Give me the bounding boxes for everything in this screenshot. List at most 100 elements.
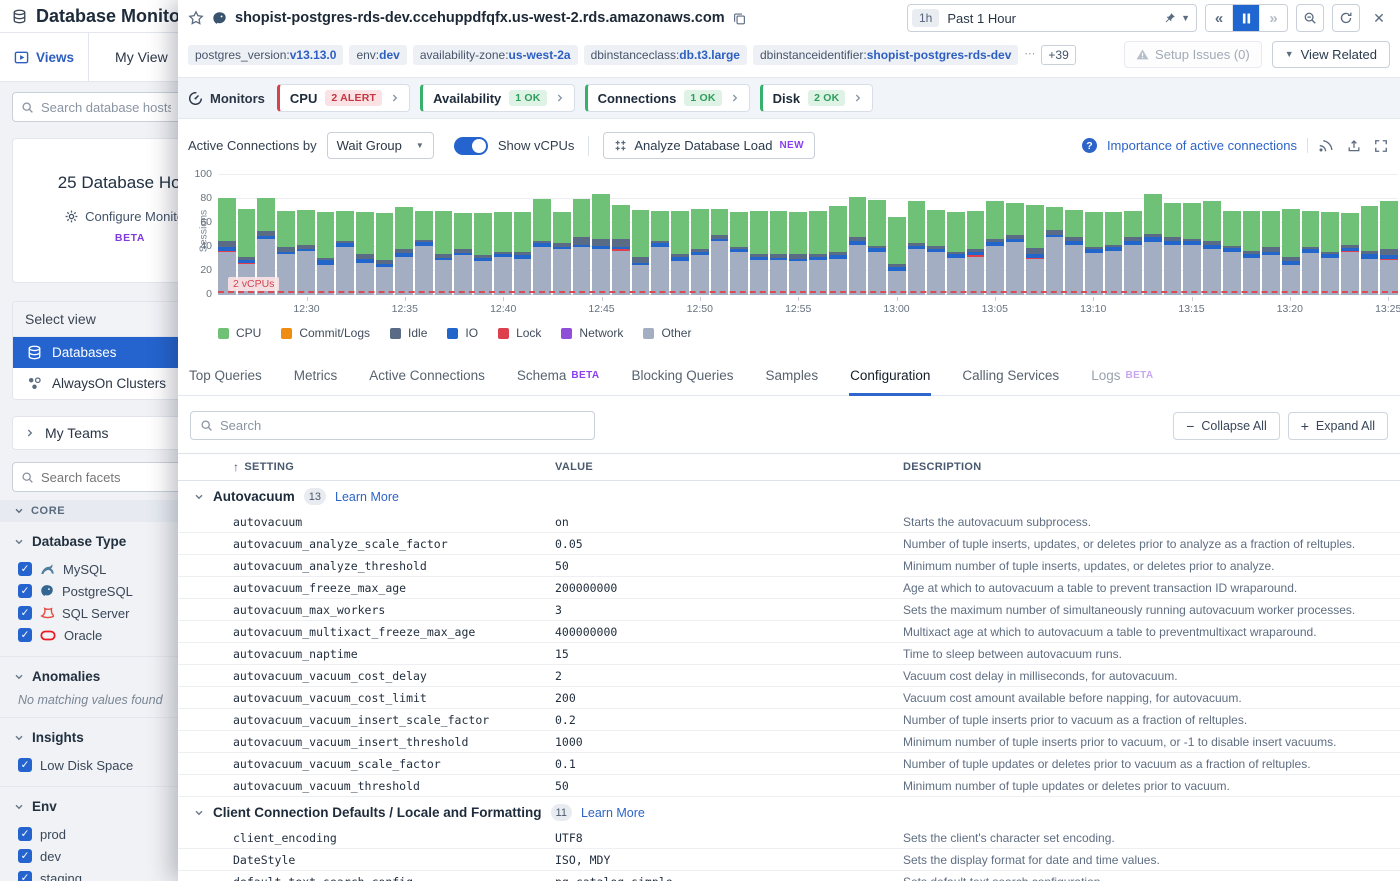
chart-bar[interactable] bbox=[967, 175, 985, 295]
chart-bar[interactable] bbox=[573, 175, 591, 295]
chart-bar[interactable] bbox=[1341, 175, 1359, 295]
expand-all-button[interactable]: + Expand All bbox=[1288, 412, 1388, 440]
caret-down-icon[interactable]: ▼ bbox=[1181, 14, 1190, 23]
legend-item-network[interactable]: Network bbox=[561, 326, 623, 340]
chart-bar[interactable] bbox=[750, 175, 768, 295]
table-row[interactable]: autovacuum_freeze_max_age200000000Age at… bbox=[178, 577, 1400, 599]
time-range-picker[interactable]: 1h Past 1 Hour ▼ bbox=[907, 4, 1197, 32]
copy-icon[interactable] bbox=[733, 12, 746, 25]
table-row[interactable]: autovacuum_vacuum_scale_factor0.1Number … bbox=[178, 753, 1400, 775]
chart-bar[interactable] bbox=[1183, 175, 1201, 295]
chart-bar[interactable] bbox=[908, 175, 926, 295]
chart-bar[interactable] bbox=[356, 175, 374, 295]
legend-item-commit-logs[interactable]: Commit/Logs bbox=[281, 326, 370, 340]
chart-bar[interactable] bbox=[1321, 175, 1339, 295]
chart-bar[interactable] bbox=[1144, 175, 1162, 295]
chart-bar[interactable] bbox=[395, 175, 413, 295]
config-group-header-client-connection-defaults-locale-and-formatting[interactable]: Client Connection Defaults / Locale and … bbox=[178, 797, 1400, 827]
facet-item-postgresql[interactable]: ✓PostgreSQL bbox=[14, 580, 178, 602]
host-tag[interactable]: dbinstanceidentifier:shopist-postgres-rd… bbox=[753, 45, 1018, 65]
backward-button[interactable]: « bbox=[1206, 5, 1233, 31]
checkbox-checked[interactable]: ✓ bbox=[18, 562, 32, 576]
facet-item-mysql[interactable]: ✓MySQL bbox=[14, 558, 178, 580]
importance-link[interactable]: Importance of active connections bbox=[1107, 138, 1297, 153]
table-row[interactable]: default_text_search_configpg_catalog.sim… bbox=[178, 871, 1400, 881]
chart-bar[interactable] bbox=[592, 175, 610, 295]
chart-bar[interactable] bbox=[553, 175, 571, 295]
views-link[interactable]: Views bbox=[0, 33, 88, 81]
chart-bar[interactable] bbox=[415, 175, 433, 295]
core-section-header[interactable]: CORE bbox=[0, 500, 178, 522]
monitor-chip-cpu[interactable]: CPU2 ALERT bbox=[277, 84, 410, 112]
chart-bar[interactable] bbox=[1164, 175, 1182, 295]
chart-bar[interactable] bbox=[435, 175, 453, 295]
chart-bar[interactable] bbox=[1262, 175, 1280, 295]
chart-bar[interactable] bbox=[494, 175, 512, 295]
sidebar-item-databases[interactable]: Databases bbox=[13, 337, 178, 368]
chart-bar[interactable] bbox=[474, 175, 492, 295]
zoom-out-button[interactable] bbox=[1296, 4, 1324, 32]
tab-samples[interactable]: Samples bbox=[765, 364, 820, 396]
host-search-input[interactable] bbox=[41, 100, 171, 115]
chart-bar[interactable] bbox=[454, 175, 472, 295]
forward-button[interactable]: » bbox=[1260, 5, 1287, 31]
chart-bar[interactable] bbox=[514, 175, 532, 295]
chart-bar[interactable] bbox=[376, 175, 394, 295]
table-row[interactable]: autovacuum_vacuum_cost_delay2Vacuum cost… bbox=[178, 665, 1400, 687]
signal-icon[interactable] bbox=[1318, 138, 1334, 153]
facet-group-title[interactable]: Insights bbox=[14, 730, 178, 745]
table-row[interactable]: autovacuum_vacuum_insert_scale_factor0.2… bbox=[178, 709, 1400, 731]
host-tag[interactable]: postgres_version:v13.13.0 bbox=[188, 45, 343, 65]
chart-bar[interactable] bbox=[809, 175, 827, 295]
table-row[interactable]: autovacuumonStarts the autovacuum subpro… bbox=[178, 511, 1400, 533]
table-row[interactable]: autovacuum_vacuum_cost_limit200Vacuum co… bbox=[178, 687, 1400, 709]
close-panel-button[interactable]: ✕ bbox=[1368, 4, 1390, 32]
chart-bar[interactable] bbox=[1302, 175, 1320, 295]
chart-bar[interactable] bbox=[671, 175, 689, 295]
checkbox-checked[interactable]: ✓ bbox=[18, 606, 32, 620]
chart-bar[interactable] bbox=[1361, 175, 1379, 295]
host-tag[interactable]: dbinstanceclass:db.t3.large bbox=[584, 45, 747, 65]
legend-item-cpu[interactable]: CPU bbox=[218, 326, 261, 340]
column-header-setting[interactable]: ↑SETTING bbox=[233, 460, 555, 474]
chart-bar[interactable] bbox=[1046, 175, 1064, 295]
facet-search-input[interactable] bbox=[41, 470, 161, 485]
more-tags-button[interactable]: +39 bbox=[1041, 45, 1075, 65]
configure-monitors-link[interactable]: Configure Monitors bbox=[23, 209, 178, 224]
chart-bar[interactable] bbox=[651, 175, 669, 295]
column-header-description[interactable]: DESCRIPTION bbox=[903, 461, 1388, 473]
chart-bar[interactable] bbox=[632, 175, 650, 295]
chart-bar[interactable] bbox=[849, 175, 867, 295]
host-tag[interactable]: availability-zone:us-west-2a bbox=[413, 45, 578, 65]
table-row[interactable]: autovacuum_multixact_freeze_max_age40000… bbox=[178, 621, 1400, 643]
pin-icon[interactable] bbox=[1164, 12, 1176, 24]
tab-calling-services[interactable]: Calling Services bbox=[961, 364, 1060, 396]
view-related-button[interactable]: ▼ View Related bbox=[1272, 41, 1390, 68]
facet-item-dev[interactable]: ✓dev bbox=[14, 845, 178, 867]
tab-blocking-queries[interactable]: Blocking Queries bbox=[630, 364, 734, 396]
chart-bar[interactable] bbox=[1065, 175, 1083, 295]
checkbox-checked[interactable]: ✓ bbox=[18, 849, 32, 863]
chart-bar[interactable] bbox=[277, 175, 295, 295]
chart-bar[interactable] bbox=[927, 175, 945, 295]
chart-bar[interactable] bbox=[317, 175, 335, 295]
tab-metrics[interactable]: Metrics bbox=[293, 364, 339, 396]
chart-bar[interactable] bbox=[1124, 175, 1142, 295]
my-teams-section[interactable]: My Teams bbox=[12, 416, 178, 450]
chart-bar[interactable] bbox=[1085, 175, 1103, 295]
monitor-chip-availability[interactable]: Availability1 OK bbox=[420, 84, 574, 112]
collapse-all-button[interactable]: − Collapse All bbox=[1173, 412, 1280, 440]
facet-item-oracle[interactable]: ✓Oracle bbox=[14, 624, 178, 646]
host-tag[interactable]: env:dev bbox=[349, 45, 406, 65]
wait-group-select[interactable]: Wait Group ▼ bbox=[327, 132, 434, 159]
table-row[interactable]: autovacuum_vacuum_insert_threshold1000Mi… bbox=[178, 731, 1400, 753]
table-row[interactable]: autovacuum_analyze_scale_factor0.05Numbe… bbox=[178, 533, 1400, 555]
config-group-header-autovacuum[interactable]: Autovacuum13Learn More bbox=[178, 481, 1400, 511]
table-row[interactable]: autovacuum_vacuum_threshold50Minimum num… bbox=[178, 775, 1400, 797]
chart-bar[interactable] bbox=[691, 175, 709, 295]
tab-top-queries[interactable]: Top Queries bbox=[188, 364, 263, 396]
monitor-chip-connections[interactable]: Connections1 OK bbox=[585, 84, 750, 112]
chart-bar[interactable] bbox=[1026, 175, 1044, 295]
chart-bar[interactable] bbox=[1105, 175, 1123, 295]
facet-item-low-disk-space[interactable]: ✓Low Disk Space bbox=[14, 754, 178, 776]
